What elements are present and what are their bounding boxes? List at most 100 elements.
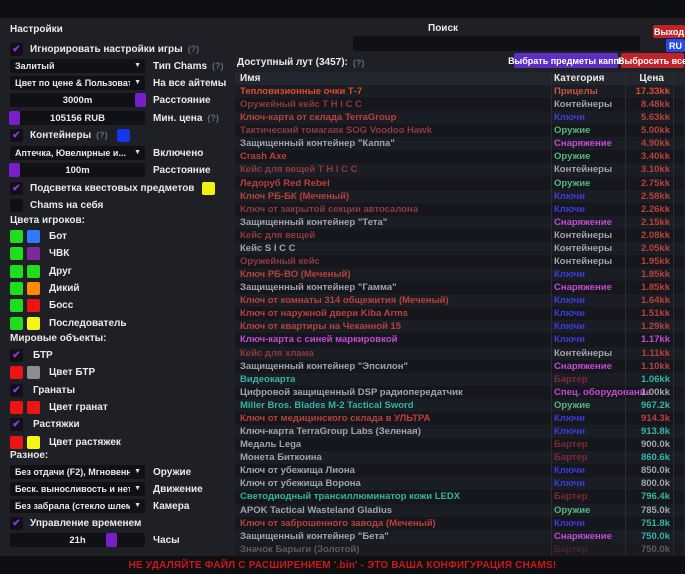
slider-handle[interactable] — [135, 93, 146, 107]
select-kappa-items-button[interactable]: Выбрать предметы каппа — [514, 53, 618, 68]
containers-color-swatch[interactable] — [117, 129, 130, 142]
help-hint[interactable]: (?) — [188, 44, 200, 54]
checkbox-icon[interactable] — [10, 517, 23, 530]
camera-dropdown[interactable]: Без забрала (стекло шлема) ▼ — [10, 499, 145, 513]
checkbox-icon[interactable] — [10, 384, 23, 397]
world-checkbox-row[interactable]: Растяжки — [10, 416, 234, 433]
table-row[interactable]: Crash AxeОружие3.40kk — [235, 150, 684, 163]
weapon-dropdown[interactable]: Без отдачи (F2), Мгновенное п ▼ — [10, 465, 145, 479]
table-row[interactable]: Ключ от комнаты 314 общежития (Меченый)К… — [235, 294, 684, 307]
color-swatch[interactable] — [27, 401, 40, 414]
table-right-edge[interactable] — [673, 72, 674, 556]
color-swatch[interactable] — [27, 299, 40, 312]
table-row[interactable]: Ключ от убежища ЛионаКлючи850.0k — [235, 464, 684, 477]
table-row[interactable]: Ключ от квартиры на Чеканной 15Ключи1.29… — [235, 320, 684, 333]
movement-dropdown[interactable]: Беск. выносливость и нет уста ▼ — [10, 482, 145, 496]
help-hint[interactable]: (?) — [96, 130, 108, 140]
table-row[interactable]: Ключ от заброшенного завода (Меченый)Клю… — [235, 517, 684, 530]
table-row[interactable]: Ключ от медицинского склада в УЛЬТРАКлюч… — [235, 412, 684, 425]
table-row[interactable]: Оружейный кейсКонтейнеры1.95kk — [235, 255, 684, 268]
chams-self-row[interactable]: Chams на себя — [10, 198, 234, 212]
slider-handle[interactable] — [9, 111, 20, 125]
table-row[interactable]: Значок Барыги (Золотой)Бартер750.0k — [235, 543, 684, 556]
color-swatch[interactable] — [27, 317, 40, 330]
ignore-game-settings-row[interactable]: Игнорировать настройки игры (?) — [10, 42, 234, 56]
table-row[interactable]: Ключ от убежища ВоронаКлючи800.0k — [235, 477, 684, 490]
containers-distance-slider[interactable]: 100m — [10, 163, 145, 177]
containers-filter-dropdown[interactable]: Аптечка, Ювелирные и... ▼ — [10, 146, 145, 160]
checkbox-icon[interactable] — [10, 418, 23, 431]
slider-handle[interactable] — [106, 533, 117, 547]
table-row[interactable]: Ключ-карта TerraGroup Labs (Зеленая)Ключ… — [235, 425, 684, 438]
color-swatch[interactable] — [10, 265, 23, 278]
table-row[interactable]: Защищенный контейнер "Гамма"Снаряжение1.… — [235, 281, 684, 294]
help-hint[interactable]: (?) — [212, 61, 224, 71]
table-row[interactable]: Ключ от закрытой секции автосалонаКлючи2… — [235, 203, 684, 216]
column-header-category[interactable]: Категория — [554, 72, 604, 85]
checkbox-icon[interactable] — [10, 199, 23, 212]
table-row[interactable]: Защищенный контейнер "Каппа"Снаряжение4.… — [235, 137, 684, 150]
quest-color-swatch[interactable] — [202, 182, 215, 195]
search-input[interactable] — [353, 39, 640, 54]
table-row[interactable]: Кейс для вещей T H I C CКонтейнеры3.10kk — [235, 163, 684, 176]
table-row[interactable]: Ключ РБ-ВО (Меченый)Ключи1.85kk — [235, 268, 684, 281]
color-swatch[interactable] — [27, 366, 40, 379]
table-row[interactable]: Оружейный кейс T H I C CКонтейнеры8.48kk — [235, 98, 684, 111]
table-row[interactable]: Ключ-карта с синей маркировкойКлючи1.17k… — [235, 333, 684, 346]
search-box[interactable] — [353, 36, 640, 51]
table-row[interactable]: Miller Bros. Blades M-2 Tactical SwordОр… — [235, 399, 684, 412]
color-swatch[interactable] — [10, 436, 23, 449]
help-hint[interactable]: (?) — [207, 113, 219, 123]
color-swatch[interactable] — [10, 366, 23, 379]
time-control-row[interactable]: Управление временем — [10, 516, 234, 530]
distance-slider[interactable]: 3000m — [10, 93, 145, 107]
help-hint[interactable]: (?) — [353, 58, 365, 68]
column-header-name[interactable]: Имя — [240, 72, 260, 85]
checkbox-icon[interactable] — [10, 182, 23, 195]
table-row[interactable]: Светодиодный трансиллюминатор кожи LEDXБ… — [235, 490, 684, 503]
color-swatch[interactable] — [10, 230, 23, 243]
color-swatch[interactable] — [27, 230, 40, 243]
table-row[interactable]: Кейс S I C CКонтейнеры2.05kk — [235, 242, 684, 255]
column-header-price[interactable]: Цена — [639, 72, 664, 85]
table-row[interactable]: ВидеокартаБартер1.06kk — [235, 373, 684, 386]
table-row[interactable]: Монета БиткоинаБартер860.6k — [235, 451, 684, 464]
world-checkbox-row[interactable]: БТР — [10, 347, 234, 364]
drop-all-button[interactable]: Выбросить все — [621, 53, 684, 68]
table-row[interactable]: Защищенный контейнер "Эпсилон"Снаряжение… — [235, 360, 684, 373]
table-row[interactable]: Тепловизионные очки Т-7Прицелы17.33kk — [235, 85, 684, 98]
language-button[interactable]: RU — [666, 39, 685, 52]
table-row[interactable]: Кейс для хламаКонтейнеры1.11kk — [235, 347, 684, 360]
table-row[interactable]: Защищенный контейнер "Бета"Снаряжение750… — [235, 530, 684, 543]
table-row[interactable]: Цифровой защищенный DSP радиопередатчикС… — [235, 386, 684, 399]
color-swatch[interactable] — [10, 299, 23, 312]
color-mode-dropdown[interactable]: Цвет по цене & Пользователь ▼ — [10, 76, 145, 90]
color-swatch[interactable] — [10, 282, 23, 295]
world-checkbox-row[interactable]: Гранаты — [10, 382, 234, 399]
color-swatch[interactable] — [27, 282, 40, 295]
min-price-slider[interactable]: 105156 RUB — [10, 111, 145, 125]
quest-highlight-row[interactable]: Подсветка квестовых предметов — [10, 181, 234, 195]
color-swatch[interactable] — [27, 247, 40, 260]
table-row[interactable]: Ключ-карта от склада TerraGroupКлючи5.63… — [235, 111, 684, 124]
exit-button[interactable]: Выход — [653, 25, 685, 38]
checkbox-icon[interactable] — [10, 349, 23, 362]
checkbox-icon[interactable] — [10, 129, 23, 142]
color-swatch[interactable] — [10, 247, 23, 260]
color-swatch[interactable] — [27, 436, 40, 449]
table-row[interactable]: Кейс для вещейКонтейнеры2.08kk — [235, 229, 684, 242]
table-row[interactable]: Медаль LegaБартер900.0k — [235, 438, 684, 451]
color-swatch[interactable] — [10, 401, 23, 414]
table-row[interactable]: Ключ от наружной двери Kiba ArmsКлючи1.5… — [235, 307, 684, 320]
table-row[interactable]: Защищенный контейнер "Тета"Снаряжение2.1… — [235, 216, 684, 229]
containers-row[interactable]: Контейнеры (?) — [10, 128, 234, 142]
hours-slider[interactable]: 21h — [10, 533, 145, 547]
color-swatch[interactable] — [10, 317, 23, 330]
table-row[interactable]: Тактический томагавк SOG Voodoo HawkОруж… — [235, 124, 684, 137]
table-row[interactable]: APOK Tactical Wasteland GladiusОружие785… — [235, 504, 684, 517]
checkbox-icon[interactable] — [10, 43, 23, 56]
slider-handle[interactable] — [9, 163, 20, 177]
table-row[interactable]: Ледоруб Red RebelОружие2.75kk — [235, 177, 684, 190]
chams-type-dropdown[interactable]: Залитый ▼ — [10, 59, 145, 73]
table-row[interactable]: Ключ РБ-БК (Меченый)Ключи2.58kk — [235, 190, 684, 203]
